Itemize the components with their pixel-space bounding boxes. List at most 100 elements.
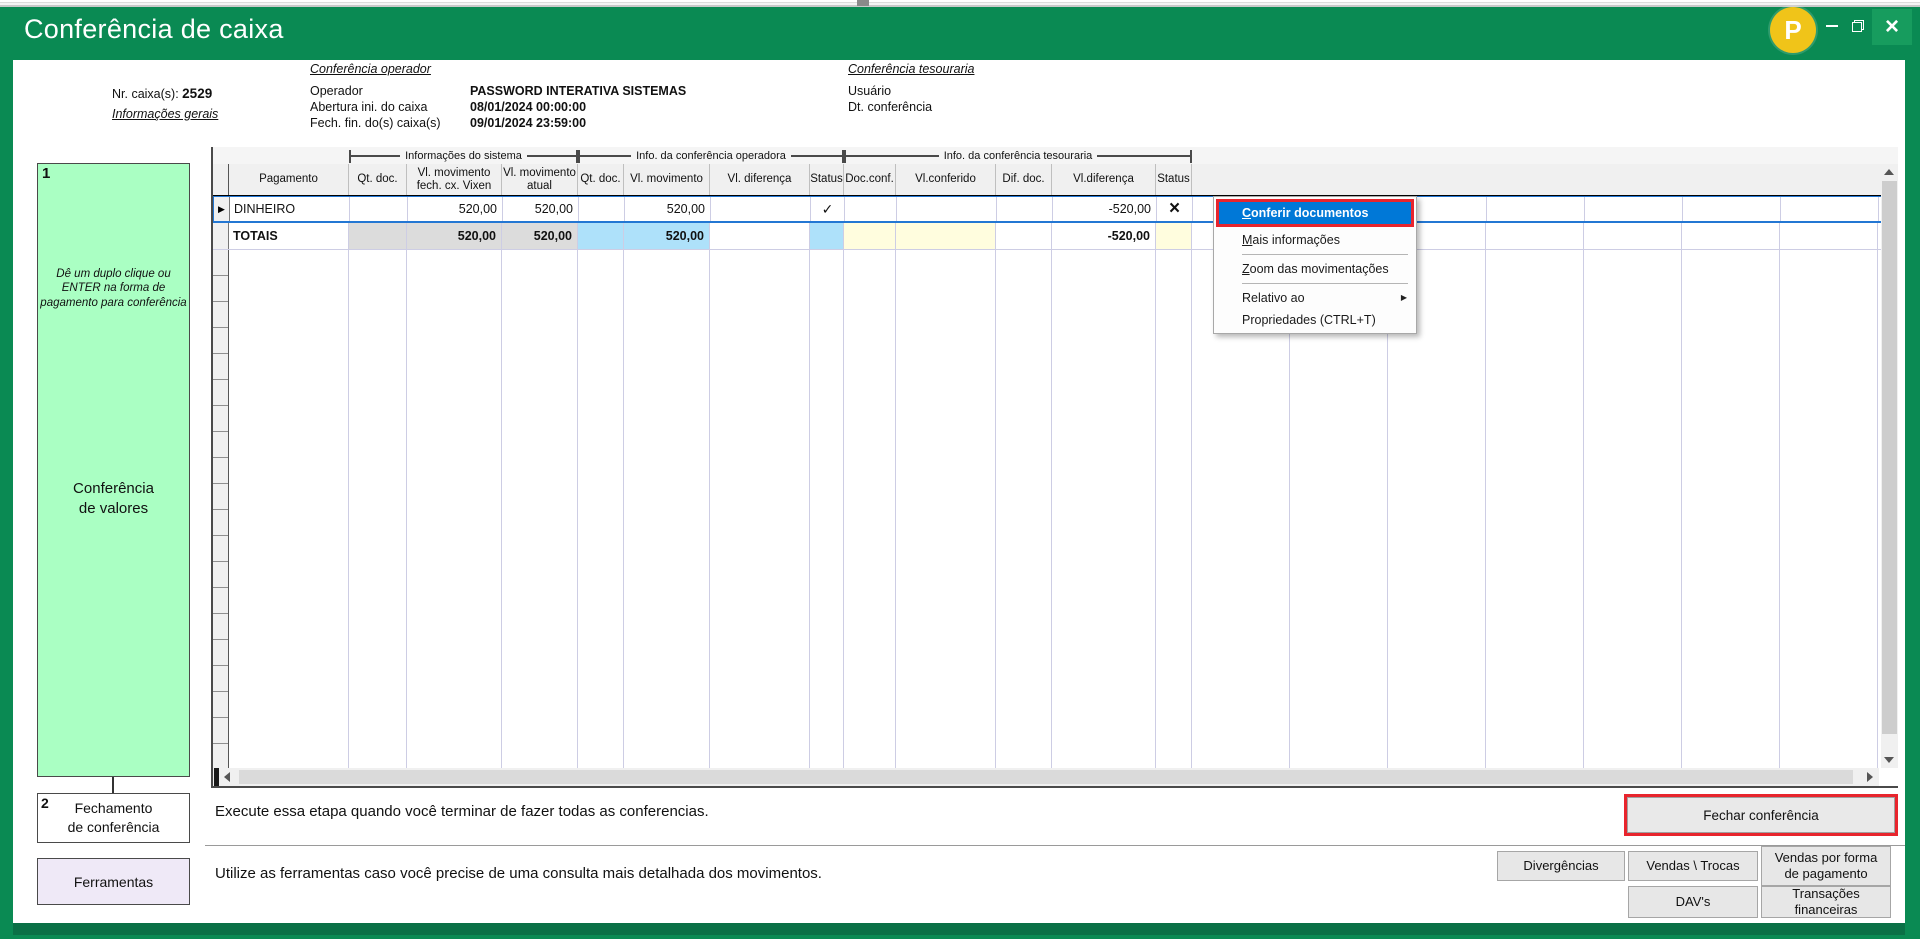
- header-qt-doc-operadora: Qt. doc.: [578, 164, 624, 195]
- splitter-grip[interactable]: [214, 768, 219, 786]
- header-pagamento: Pagamento: [229, 164, 349, 195]
- totais-vl-diferenca-tes: -520,00: [1052, 223, 1156, 249]
- desktop-edge: [0, 0, 1920, 7]
- row-selector-cell: [213, 223, 229, 249]
- operador-label: Operador: [310, 84, 363, 98]
- payments-grid: Informações do sistema Info. da conferên…: [211, 147, 1898, 788]
- row-header-strip: [213, 250, 229, 768]
- totais-doc-conf: [844, 223, 896, 249]
- cell-vl-movimento: 520,00: [625, 197, 711, 221]
- restore-icon: [1852, 20, 1864, 32]
- totais-status-tes: [1156, 223, 1192, 249]
- divergencias-button[interactable]: Divergências: [1497, 851, 1625, 881]
- scroll-up-icon[interactable]: [1884, 169, 1894, 175]
- window-bottom-edge: [13, 923, 1905, 935]
- cell-vl-diferenca-tes: -520,00: [1053, 197, 1157, 221]
- menu-item-conferir-documentos[interactable]: Conferir documentos: [1219, 202, 1411, 224]
- cell-dif-doc: [997, 197, 1053, 221]
- nr-caixa: Nr. caixa(s): 2529: [112, 86, 212, 101]
- header-vl-mov-fech: Vl. movimento fech. cx. Vixen: [407, 164, 502, 195]
- conferencia-operador-title: Conferência operador: [310, 62, 431, 76]
- step-connector-line: [112, 777, 114, 793]
- close-icon: ×: [1885, 15, 1899, 39]
- transacoes-financeiras-button[interactable]: Transações financeiras: [1761, 886, 1891, 918]
- totais-status-op: [810, 223, 844, 249]
- grid-empty-area: [213, 250, 1898, 768]
- section-divider: [205, 845, 1905, 846]
- vertical-scrollbar[interactable]: [1881, 164, 1898, 768]
- cell-pagamento: DINHEIRO: [230, 197, 350, 221]
- horizontal-scrollbar[interactable]: [213, 768, 1879, 786]
- scroll-left-icon[interactable]: [224, 772, 230, 782]
- status-ok-icon: ✓: [811, 197, 845, 221]
- step2-description: Execute essa etapa quando você terminar …: [215, 803, 709, 820]
- operador-value: PASSWORD INTERATIVA SISTEMAS: [470, 84, 686, 98]
- cell-vl-mov-atual: 520,00: [503, 197, 579, 221]
- grid-group-row: Informações do sistema Info. da conferên…: [213, 147, 1898, 164]
- close-button[interactable]: ×: [1872, 9, 1912, 45]
- submenu-arrow-icon: ▶: [1401, 287, 1407, 309]
- header-dif-doc: Dif. doc.: [996, 164, 1052, 195]
- highlight-box: Fechar conferência: [1624, 794, 1898, 836]
- scroll-right-icon[interactable]: [1867, 772, 1873, 782]
- totais-vl-mov-atual: 520,00: [502, 223, 578, 249]
- minimize-button[interactable]: [1820, 14, 1844, 38]
- vendas-forma-pagamento-button[interactable]: Vendas por forma de pagamento: [1761, 846, 1891, 886]
- fechar-conferencia-button[interactable]: Fechar conferência: [1627, 797, 1895, 833]
- cell-vl-mov-fech: 520,00: [408, 197, 503, 221]
- abertura-label: Abertura ini. do caixa: [310, 100, 427, 114]
- cell-vl-diferenca-op: [711, 197, 811, 221]
- group-informacoes-sistema: Informações do sistema: [349, 149, 578, 163]
- totais-label: TOTAIS: [229, 223, 349, 249]
- nr-caixa-label: Nr. caixa(s):: [112, 87, 179, 101]
- table-row-totais: TOTAIS 520,00 520,00 520,00 -520,00: [213, 223, 1898, 250]
- menu-item-zoom-movimentacoes[interactable]: Zoom das movimentações: [1216, 258, 1414, 280]
- abertura-value: 08/01/2024 00:00:00: [470, 100, 586, 114]
- header-vl-mov-atual: Vl. movimento atual: [502, 164, 578, 195]
- totais-qt-doc-sis: [349, 223, 407, 249]
- totais-vl-conferido: [896, 223, 996, 249]
- header-doc-conf: Doc.conf.: [844, 164, 896, 195]
- header-status-op: Status: [810, 164, 844, 195]
- cell-qt-doc-sis: [350, 197, 408, 221]
- minimize-icon: [1826, 25, 1838, 27]
- usuario-label: Usuário: [848, 84, 891, 98]
- desktop-artifact: [857, 0, 869, 6]
- menu-item-propriedades[interactable]: Propriedades (CTRL+T): [1216, 309, 1414, 331]
- dt-conferencia-label: Dt. conferência: [848, 100, 932, 114]
- cell-qt-doc-op: [579, 197, 625, 221]
- davs-button[interactable]: DAV's: [1628, 886, 1758, 918]
- vertical-scroll-thumb[interactable]: [1882, 181, 1897, 734]
- user-avatar[interactable]: P: [1770, 7, 1816, 53]
- header-vl-diferenca-op: Vl. diferença: [710, 164, 810, 195]
- header-selector-cell: [213, 164, 229, 195]
- restore-button[interactable]: [1846, 14, 1870, 38]
- group-conferencia-tesouraria: Info. da conferência tesouraria: [844, 149, 1192, 163]
- menu-item-relativo-ao[interactable]: Relativo ao ▶: [1216, 287, 1414, 309]
- header-vl-conferido: Vl.conferido: [896, 164, 996, 195]
- context-menu: Conferir documentos Mais informações Zoo…: [1213, 196, 1417, 334]
- menu-item-mais-informacoes[interactable]: Mais informações: [1216, 229, 1414, 251]
- step1-label: Conferência de valores: [38, 479, 189, 518]
- highlight-box: Conferir documentos: [1216, 199, 1414, 227]
- step1-panel: 1 Dê um duplo clique ou ENTER na forma d…: [37, 163, 190, 777]
- app-window: Conferência de caixa P × Nr. caixa(s): 2…: [0, 0, 1920, 939]
- table-row-dinheiro[interactable]: ▶ DINHEIRO 520,00 520,00 520,00 ✓ -520,0…: [213, 196, 1898, 223]
- menu-separator: [1242, 283, 1408, 284]
- fechamento-value: 09/01/2024 23:59:00: [470, 116, 586, 130]
- window-title: Conferência de caixa: [24, 14, 284, 45]
- group-conferencia-operadora: Info. da conferência operadora: [578, 149, 844, 163]
- ferramentas-panel: Ferramentas: [37, 858, 190, 905]
- totais-vl-mov-fech: 520,00: [407, 223, 502, 249]
- horizontal-scroll-thumb[interactable]: [239, 770, 1853, 784]
- step2-label: Fechamento de conferência: [38, 799, 189, 837]
- totais-vl-movimento: 520,00: [624, 223, 710, 249]
- conferencia-tesouraria-title: Conferência tesouraria: [848, 62, 974, 76]
- scroll-down-icon[interactable]: [1884, 757, 1894, 763]
- header-status-tes: Status: [1156, 164, 1192, 195]
- cell-doc-conf: [845, 197, 897, 221]
- ferramentas-label: Ferramentas: [74, 874, 153, 890]
- cell-vl-conferido: [897, 197, 997, 221]
- vendas-trocas-button[interactable]: Vendas \ Trocas: [1628, 851, 1758, 881]
- header-filler: [1192, 164, 1898, 195]
